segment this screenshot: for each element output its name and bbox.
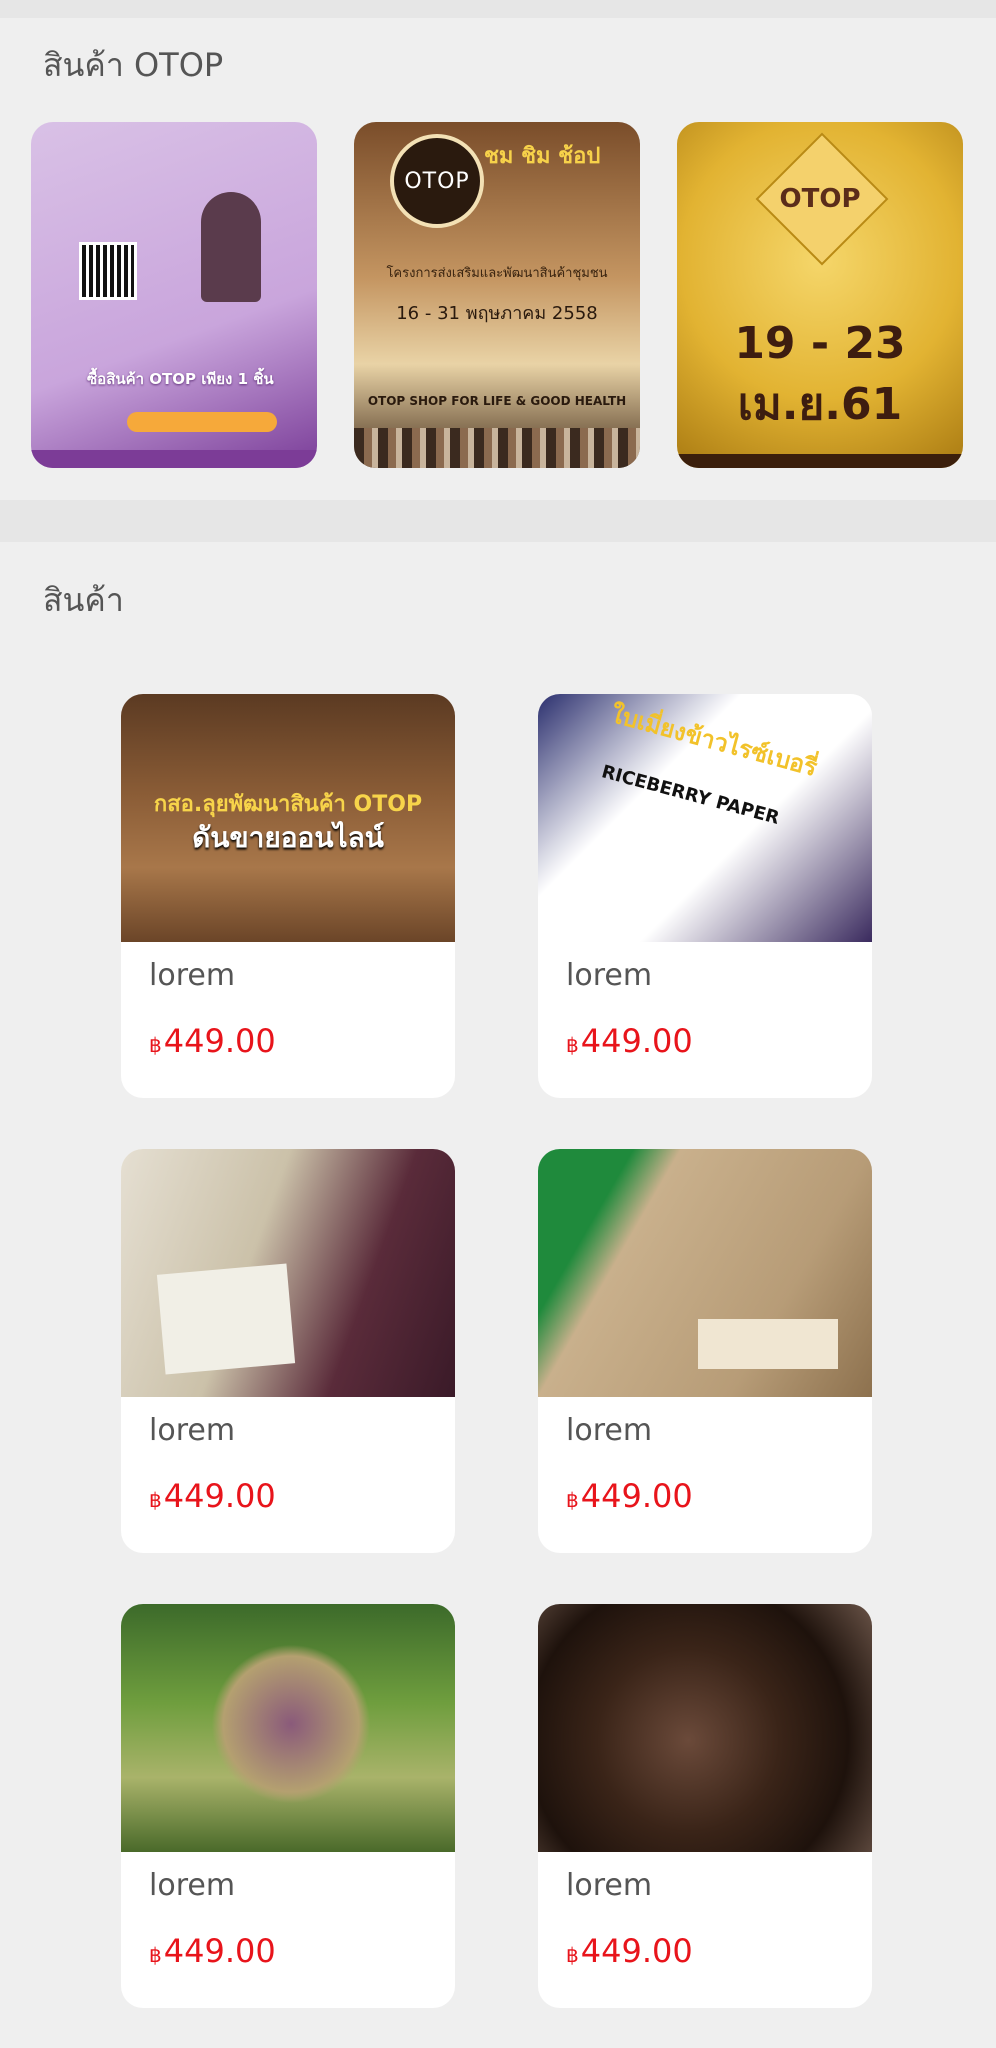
product-price: ฿449.00 (149, 1022, 276, 1060)
banner-date-pill (127, 412, 277, 432)
product-box-label (698, 1319, 838, 1369)
qr-code-icon (79, 242, 137, 300)
banner-heading: ชม ชิม ช้อป (484, 144, 601, 169)
price-value: 449.00 (163, 1477, 276, 1515)
price-value: 449.00 (163, 1022, 276, 1060)
product-card[interactable]: lorem ฿449.00 (538, 1604, 872, 2008)
otop-banner-nakhonpathom[interactable]: OTOP 19 - 23 เม.ย.61 (677, 122, 963, 468)
product-image[interactable] (538, 1604, 872, 1852)
top-strip (0, 0, 996, 18)
product-price: ฿449.00 (149, 1932, 276, 1970)
banner-footer-bar (31, 450, 317, 468)
product-price: ฿449.00 (566, 1932, 693, 1970)
product-card[interactable]: lorem ฿449.00 (121, 1604, 455, 2008)
currency-symbol: ฿ (566, 1033, 579, 1057)
product-name[interactable]: lorem (566, 1413, 652, 1448)
currency-symbol: ฿ (566, 1488, 579, 1512)
product-image[interactable]: กสอ.ลุยพัฒนาสินค้า OTOP ดันขายออนไลน์ (121, 694, 455, 942)
product-price: ฿449.00 (566, 1477, 693, 1515)
currency-symbol: ฿ (149, 1488, 162, 1512)
product-card[interactable]: ใบเมี่ยงข้าวไรซ์เบอรี่ RICEBERRY PAPER l… (538, 694, 872, 1098)
products-section-title: สินค้า (43, 581, 124, 619)
currency-symbol: ฿ (149, 1033, 162, 1057)
product-image[interactable] (121, 1149, 455, 1397)
currency-symbol: ฿ (149, 1943, 162, 1967)
banner-project: โครงการส่งเสริมและพัฒนาสินค้าชุมชน (386, 266, 608, 281)
product-image[interactable] (538, 1149, 872, 1397)
product-image[interactable] (121, 1604, 455, 1852)
otop-banner-event[interactable]: OTOP ชม ชิม ช้อป โครงการส่งเสริมและพัฒนา… (354, 122, 640, 468)
banner-crowd-image (354, 428, 640, 468)
product-price: ฿449.00 (149, 1477, 276, 1515)
product-name[interactable]: lorem (566, 958, 652, 993)
price-value: 449.00 (580, 1022, 693, 1060)
otop-logo-icon: OTOP (390, 134, 484, 228)
banner-footer-bar (677, 454, 963, 468)
product-name[interactable]: lorem (149, 958, 235, 993)
currency-symbol: ฿ (566, 1943, 579, 1967)
price-value: 449.00 (580, 1932, 693, 1970)
rice-plant-image (211, 1644, 371, 1804)
price-value: 449.00 (163, 1932, 276, 1970)
banner-date: 19 - 23 เม.ย.61 (734, 318, 906, 430)
product-name[interactable]: lorem (149, 1868, 235, 1903)
product-package-label (156, 1263, 296, 1375)
otop-section-title: สินค้า OTOP (43, 46, 224, 84)
banner-date: 16 - 31 พฤษภาคม 2558 (396, 303, 598, 324)
product-image-caption: ดันขายออนไลน์ (192, 821, 384, 854)
banner-model-image (201, 192, 261, 302)
banner-logo-text: OTOP (779, 184, 861, 214)
otop-banner-shopee[interactable]: ซื้อสินค้า OTOP เพียง 1 ชิ้น (31, 122, 317, 468)
section-divider (0, 500, 996, 542)
product-price: ฿449.00 (566, 1022, 693, 1060)
product-image[interactable]: ใบเมี่ยงข้าวไรซ์เบอรี่ RICEBERRY PAPER (538, 694, 872, 942)
banner-slogan: OTOP SHOP FOR LIFE & GOOD HEALTH (367, 394, 627, 408)
banner-headline: ซื้อสินค้า OTOP เพียง 1 ชิ้น (87, 370, 274, 388)
product-card[interactable]: lorem ฿449.00 (121, 1149, 455, 1553)
product-card[interactable]: lorem ฿449.00 (538, 1149, 872, 1553)
product-name[interactable]: lorem (566, 1868, 652, 1903)
product-name[interactable]: lorem (149, 1413, 235, 1448)
product-card[interactable]: กสอ.ลุยพัฒนาสินค้า OTOP ดันขายออนไลน์ lo… (121, 694, 455, 1098)
price-value: 449.00 (580, 1477, 693, 1515)
